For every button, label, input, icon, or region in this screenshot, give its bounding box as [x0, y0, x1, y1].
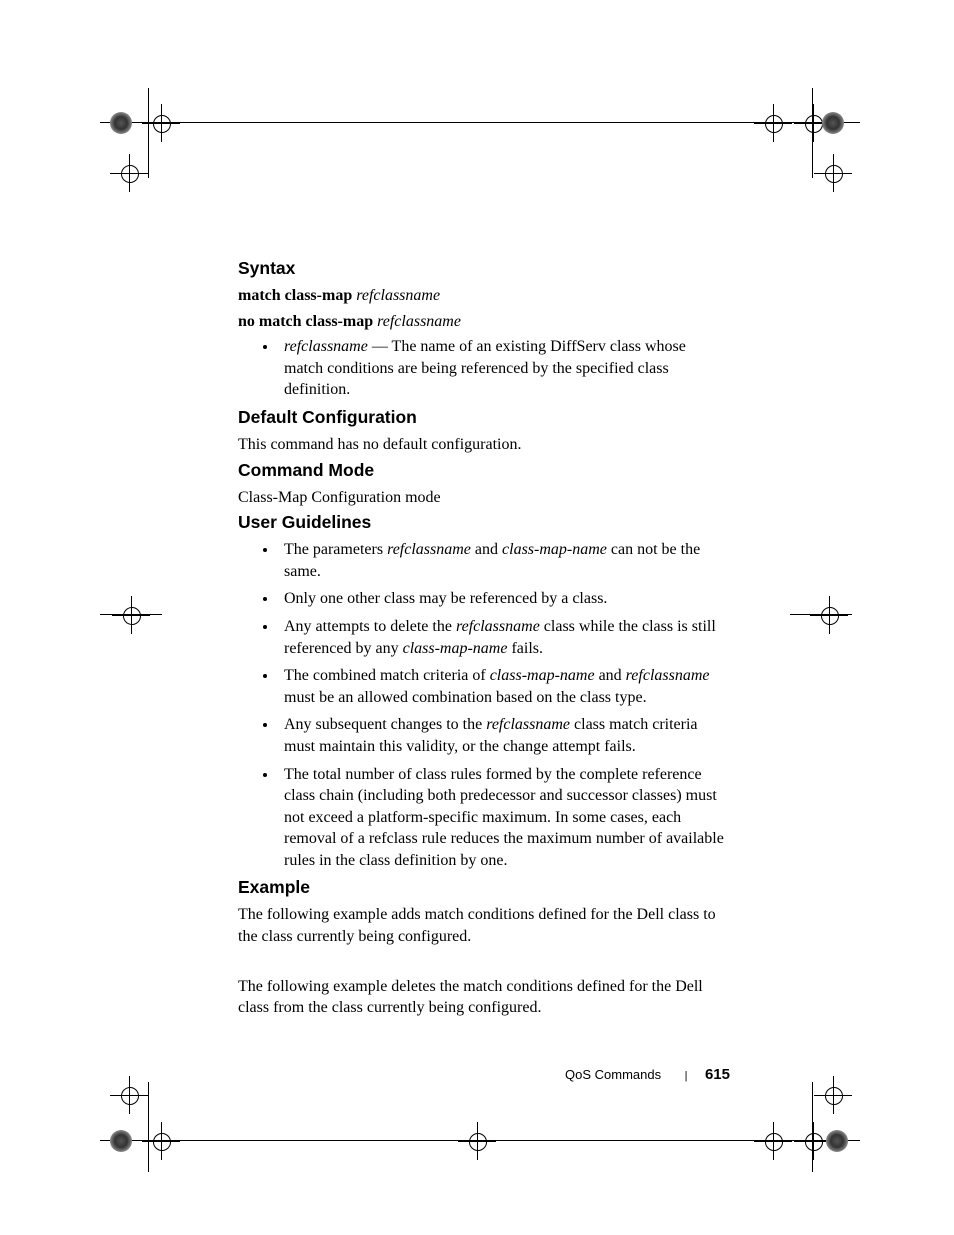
registration-mark-icon — [464, 1128, 490, 1154]
registration-mark-icon — [148, 1128, 174, 1154]
registration-mark-icon — [760, 110, 786, 136]
text: class-map-name — [490, 667, 595, 684]
syntax-param: refclassname — [356, 287, 440, 304]
registration-mark-icon — [824, 1128, 850, 1154]
heading-default-config: Default Configuration — [238, 407, 728, 428]
syntax-command: match class-map — [238, 287, 356, 304]
footer-section-name: QoS Commands — [565, 1067, 661, 1082]
default-config-body: This command has no default configuratio… — [238, 434, 728, 456]
syntax-line-1: match class-map refclassname — [238, 285, 728, 307]
page-footer: QoS Commands | 615 — [0, 1066, 730, 1084]
syntax-command: no match class-map — [238, 313, 377, 330]
list-item: The parameters refclassname and class-ma… — [278, 539, 728, 582]
list-item: Any subsequent changes to the refclassna… — [278, 714, 728, 757]
text: refclassname — [626, 667, 710, 684]
registration-mark-icon — [816, 602, 842, 628]
footer-page-number: 615 — [705, 1066, 730, 1083]
registration-mark-icon — [116, 160, 142, 186]
text: Any attempts to delete the — [284, 618, 456, 635]
list-item: The total number of class rules formed b… — [278, 764, 728, 872]
registration-mark-icon — [800, 1128, 826, 1154]
heading-command-mode: Command Mode — [238, 460, 728, 481]
text: refclassname — [456, 618, 540, 635]
text: fails. — [507, 640, 543, 657]
registration-mark-icon — [108, 110, 134, 136]
registration-mark-icon — [118, 602, 144, 628]
list-item: The combined match criteria of class-map… — [278, 665, 728, 708]
crop-line-top — [100, 122, 860, 123]
guidelines-list: The parameters refclassname and class-ma… — [238, 539, 728, 871]
registration-mark-icon — [820, 1082, 846, 1108]
syntax-params-list: refclassname — The name of an existing D… — [238, 336, 728, 401]
registration-mark-icon — [116, 1082, 142, 1108]
param-name: refclassname — [284, 338, 372, 355]
syntax-line-2: no match class-map refclassname — [238, 311, 728, 333]
registration-mark-icon — [760, 1128, 786, 1154]
text: class-map-name — [502, 541, 607, 558]
text: refclassname — [486, 716, 570, 733]
registration-mark-icon — [148, 110, 174, 136]
crop-line-bl-v — [148, 1082, 149, 1172]
registration-mark-icon — [108, 1128, 134, 1154]
text: class-map-name — [403, 640, 508, 657]
page: Syntax match class-map refclassname no m… — [0, 0, 954, 1235]
example-p2: The following example deletes the match … — [238, 976, 728, 1019]
heading-user-guidelines: User Guidelines — [238, 512, 728, 533]
registration-mark-icon — [820, 160, 846, 186]
content-body: Syntax match class-map refclassname no m… — [238, 258, 728, 1023]
text: The parameters — [284, 541, 387, 558]
list-item: Any attempts to delete the refclassname … — [278, 616, 728, 659]
command-mode-body: Class-Map Configuration mode — [238, 487, 728, 509]
text: and — [595, 667, 626, 684]
text: and — [471, 541, 502, 558]
text: Any subsequent changes to the — [284, 716, 486, 733]
heading-example: Example — [238, 877, 728, 898]
list-item: Only one other class may be referenced b… — [278, 588, 728, 610]
syntax-param: refclassname — [377, 313, 461, 330]
footer-separator: | — [685, 1070, 688, 1082]
heading-syntax: Syntax — [238, 258, 728, 279]
list-item: refclassname — The name of an existing D… — [278, 336, 728, 401]
text: The combined match criteria of — [284, 667, 490, 684]
text: refclassname — [387, 541, 471, 558]
text: must be an allowed combination based on … — [284, 689, 647, 706]
registration-mark-icon — [820, 110, 846, 136]
example-p1: The following example adds match conditi… — [238, 904, 728, 947]
